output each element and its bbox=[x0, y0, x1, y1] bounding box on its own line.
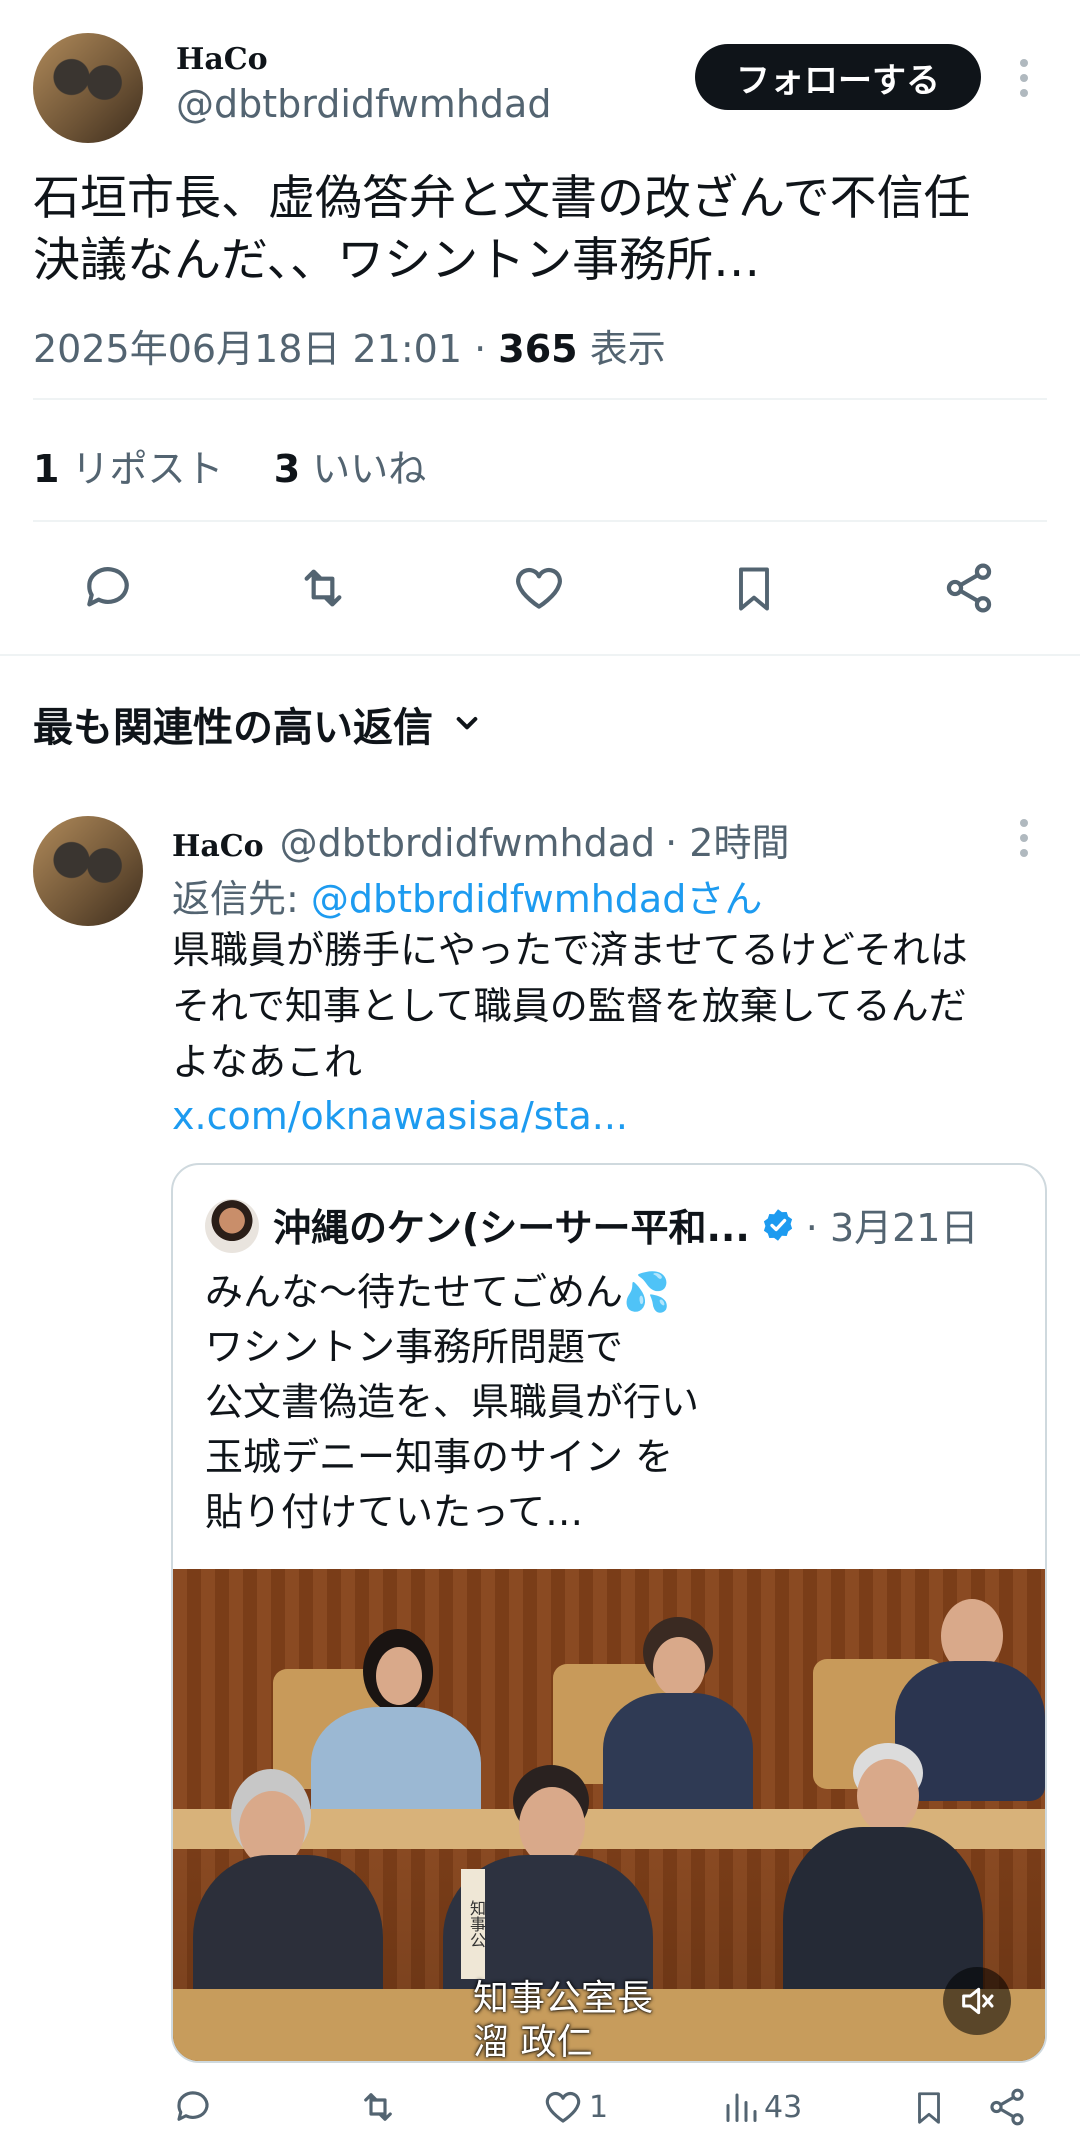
author-avatar[interactable] bbox=[33, 33, 143, 143]
share-icon[interactable] bbox=[941, 560, 997, 616]
repost-count[interactable]: 1 bbox=[33, 447, 59, 491]
person-face bbox=[857, 1759, 919, 1833]
engagement-stats: 1 リポスト 3 いいね bbox=[33, 438, 426, 493]
views-count: 365 bbox=[498, 327, 578, 371]
reply-header: HaCo @dbtbrdidfwmhdad · 2時間 bbox=[172, 812, 789, 867]
repost-icon[interactable] bbox=[355, 2086, 401, 2128]
timestamp[interactable]: 2025年06月18日 21:01 bbox=[33, 327, 462, 371]
like-icon[interactable] bbox=[510, 560, 568, 616]
reply-like-button[interactable]: 1 bbox=[541, 2086, 608, 2128]
quote-text-line: みんな〜待たせてごめん💦 bbox=[205, 1270, 671, 1314]
quote-text-line: 公文書偽造を、県職員が行い bbox=[205, 1380, 700, 1424]
divider bbox=[33, 520, 1047, 522]
reply-time[interactable]: · 2時間 bbox=[665, 812, 789, 867]
nameplate: 知事公 bbox=[461, 1869, 486, 1979]
reply-text-line: それで知事として職員の監督を放棄してるんだ bbox=[172, 984, 967, 1028]
analytics-icon bbox=[722, 2087, 758, 2127]
like-icon bbox=[541, 2086, 585, 2128]
like-count[interactable]: 3 bbox=[274, 447, 300, 491]
reply-text: 県職員が勝手にやったで済ませてるけどそれは それで知事として職員の監督を放棄して… bbox=[172, 922, 968, 1090]
quote-text-line: 玉城デニー知事のサイン を bbox=[205, 1435, 674, 1479]
quote-header: 沖縄のケン(シーサー平和... · 3月21日 bbox=[273, 1197, 978, 1252]
quote-card[interactable]: 沖縄のケン(シーサー平和... · 3月21日 みんな〜待たせてごめん💦 ワシン… bbox=[171, 1163, 1047, 2063]
chevron-down-icon bbox=[447, 704, 487, 744]
tweet-meta: 2025年06月18日 21:01 · 365 表示 bbox=[33, 318, 666, 373]
separator: · bbox=[474, 327, 487, 371]
tweet-text-line: 決議なんだ、、ワシントン事務所… bbox=[33, 233, 761, 288]
tweet-text: 石垣市長、虚偽答弁と文書の改ざんで不信任 決議なんだ、、ワシントン事務所… bbox=[33, 168, 971, 292]
bookmark-icon[interactable] bbox=[910, 2086, 948, 2130]
author-display-name[interactable]: HaCo bbox=[176, 42, 268, 77]
video-caption: 知事公室長 溜 政仁 bbox=[473, 1977, 654, 2063]
tweet-text-line: 石垣市長、虚偽答弁と文書の改ざんで不信任 bbox=[33, 171, 971, 226]
share-icon[interactable] bbox=[986, 2086, 1028, 2128]
reply-handle[interactable]: @dbtbrdidfwmhdad bbox=[280, 821, 655, 865]
repost-label[interactable]: リポスト bbox=[72, 447, 224, 491]
replies-sort-toggle[interactable]: 最も関連性の高い返信 bbox=[33, 695, 487, 753]
quote-author-name[interactable]: 沖縄のケン(シーサー平和... bbox=[273, 1197, 750, 1252]
video-caption-name: 溜 政仁 bbox=[473, 2022, 593, 2063]
quote-date[interactable]: · 3月21日 bbox=[806, 1197, 979, 1252]
views-label: 表示 bbox=[589, 327, 666, 371]
divider bbox=[33, 398, 1047, 400]
verified-icon bbox=[760, 1207, 796, 1243]
more-vert-icon[interactable] bbox=[1010, 55, 1038, 101]
person-face bbox=[519, 1787, 585, 1865]
quote-video[interactable]: 知事公 知事公室長 溜 政仁 bbox=[173, 1569, 1045, 2061]
reply-icon[interactable] bbox=[80, 560, 136, 616]
reply-views-count: 43 bbox=[764, 2089, 803, 2125]
reply-to-prefix: 返信先: bbox=[172, 877, 311, 921]
reply-text-line: よなあこれ bbox=[172, 1040, 363, 1084]
reply-to: 返信先: @dbtbrdidfwmhdadさん bbox=[172, 868, 762, 923]
reply-icon[interactable] bbox=[172, 2086, 214, 2128]
quote-avatar[interactable] bbox=[205, 1199, 259, 1253]
reply-views-button[interactable]: 43 bbox=[722, 2086, 802, 2128]
reply-avatar[interactable] bbox=[33, 816, 143, 926]
person-face bbox=[376, 1647, 422, 1705]
reply-to-handle[interactable]: @dbtbrdidfwmhdadさん bbox=[311, 877, 762, 921]
replies-header-label: 最も関連性の高い返信 bbox=[33, 705, 433, 751]
quote-text-line: 貼り付けていたって… bbox=[205, 1490, 584, 1534]
video-caption-title: 知事公室長 bbox=[473, 1978, 654, 2019]
section-divider bbox=[0, 654, 1080, 656]
follow-button[interactable]: フォローする bbox=[695, 44, 981, 110]
mute-icon[interactable] bbox=[943, 1967, 1011, 2035]
quote-text: みんな〜待たせてごめん💦 ワシントン事務所問題で 公文書偽造を、県職員が行い 玉… bbox=[205, 1265, 699, 1540]
bookmark-icon[interactable] bbox=[728, 560, 780, 618]
like-label[interactable]: いいね bbox=[312, 447, 426, 491]
repost-icon[interactable] bbox=[293, 560, 353, 616]
reply-link[interactable]: x.com/oknawasisa/sta... bbox=[172, 1094, 628, 1138]
quote-text-line: ワシントン事務所問題で bbox=[205, 1325, 624, 1369]
person-face bbox=[653, 1637, 705, 1697]
reply-text-line: 県職員が勝手にやったで済ませてるけどそれは bbox=[172, 928, 968, 972]
more-vert-icon[interactable] bbox=[1010, 815, 1038, 861]
reply-like-count: 1 bbox=[589, 2089, 609, 2125]
reply-display-name[interactable]: HaCo bbox=[172, 829, 264, 864]
author-handle[interactable]: @dbtbrdidfwmhdad bbox=[176, 82, 551, 126]
